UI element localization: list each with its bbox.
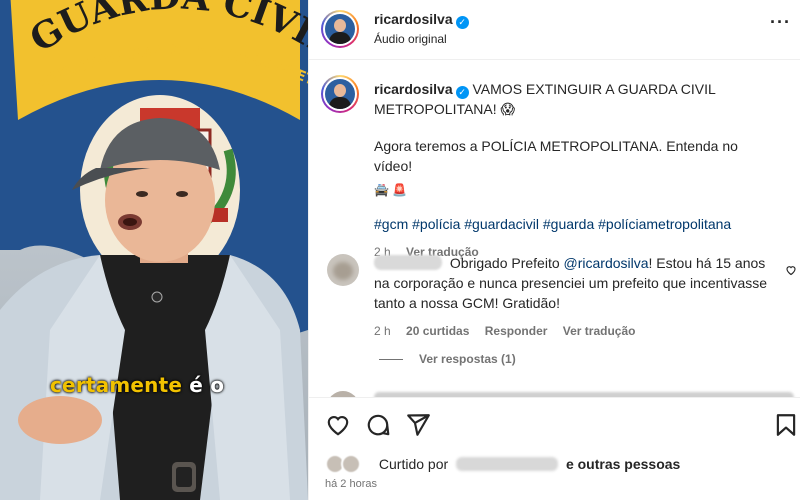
caption-username[interactable]: ricardosilva bbox=[374, 81, 453, 97]
liker-avatars bbox=[325, 454, 369, 474]
verified-badge-icon: ✓ bbox=[455, 16, 469, 29]
view-replies-button[interactable]: Ver respostas (1) bbox=[379, 352, 516, 366]
video-frame-illustration: GUARDA CIVIL METROPOLITANA DE RIBEIRÃO P… bbox=[0, 0, 308, 500]
author-line: ricardosilva ✓ bbox=[374, 11, 469, 29]
comment-meta: 2 h 20 curtidas Responder Ver tradução bbox=[374, 321, 774, 341]
video-subtitle-rest: é o bbox=[182, 373, 225, 397]
post-panel: ricardosilva ✓ Áudio original ··· ricardo… bbox=[308, 0, 800, 500]
commenter-username-blurred[interactable] bbox=[374, 255, 442, 270]
comment-bubble-icon[interactable] bbox=[365, 412, 391, 438]
commenter-avatar[interactable] bbox=[327, 254, 359, 286]
caption-body: Agora teremos a POLÍCIA METROPOLITANA. E… bbox=[374, 138, 738, 174]
audio-label[interactable]: Áudio original bbox=[374, 32, 447, 46]
more-dots-icon[interactable]: ··· bbox=[770, 12, 791, 33]
video-subtitle: certamente é o bbox=[50, 373, 224, 397]
comment-reply-button[interactable]: Responder bbox=[485, 324, 548, 338]
caption-hashtags[interactable]: #gcm #polícia #guardacivil #guarda #polí… bbox=[374, 214, 779, 234]
comments-section[interactable]: ricardosilva ✓ VAMOS EXTINGUIR A GUARDA C… bbox=[309, 61, 800, 397]
caption-verified-badge-icon: ✓ bbox=[455, 86, 469, 99]
caption-emojis: 🚔 🚨 bbox=[374, 183, 408, 197]
comment-time: 2 h bbox=[374, 324, 391, 338]
comment-likes[interactable]: 20 curtidas bbox=[406, 324, 469, 338]
like-heart-icon[interactable] bbox=[325, 412, 351, 438]
comment-mention[interactable]: @ricardosilva bbox=[564, 255, 649, 271]
comment-item: Obrigado Prefeito @ricardosilva! Estou h… bbox=[374, 253, 774, 341]
author-username[interactable]: ricardosilva bbox=[374, 11, 453, 27]
save-bookmark-icon[interactable] bbox=[773, 412, 799, 438]
post-video[interactable]: GUARDA CIVIL METROPOLITANA DE RIBEIRÃO P… bbox=[0, 0, 308, 500]
video-subtitle-highlight: certamente bbox=[50, 373, 183, 397]
comment-translate-link[interactable]: Ver tradução bbox=[563, 324, 636, 338]
post-actions: Curtido por e outras pessoas há 2 horas bbox=[309, 397, 800, 500]
liked-by-prefix: Curtido por bbox=[378, 456, 449, 472]
author-avatar[interactable] bbox=[321, 10, 359, 48]
post-timestamp: há 2 horas bbox=[325, 478, 377, 490]
liked-by-summary[interactable]: Curtido por e outras pessoas bbox=[325, 454, 680, 474]
post-header: ricardosilva ✓ Áudio original ··· bbox=[309, 0, 800, 60]
liked-by-suffix[interactable]: e outras pessoas bbox=[566, 456, 680, 472]
comment-text-start: Obrigado Prefeito bbox=[449, 255, 564, 271]
post-caption: ricardosilva ✓ VAMOS EXTINGUIR A GUARDA C… bbox=[374, 79, 779, 262]
caption-author-avatar[interactable] bbox=[321, 75, 359, 113]
comment-heart-icon[interactable] bbox=[785, 264, 797, 276]
liker-username-blurred[interactable] bbox=[456, 457, 559, 471]
share-send-icon[interactable] bbox=[405, 412, 431, 438]
